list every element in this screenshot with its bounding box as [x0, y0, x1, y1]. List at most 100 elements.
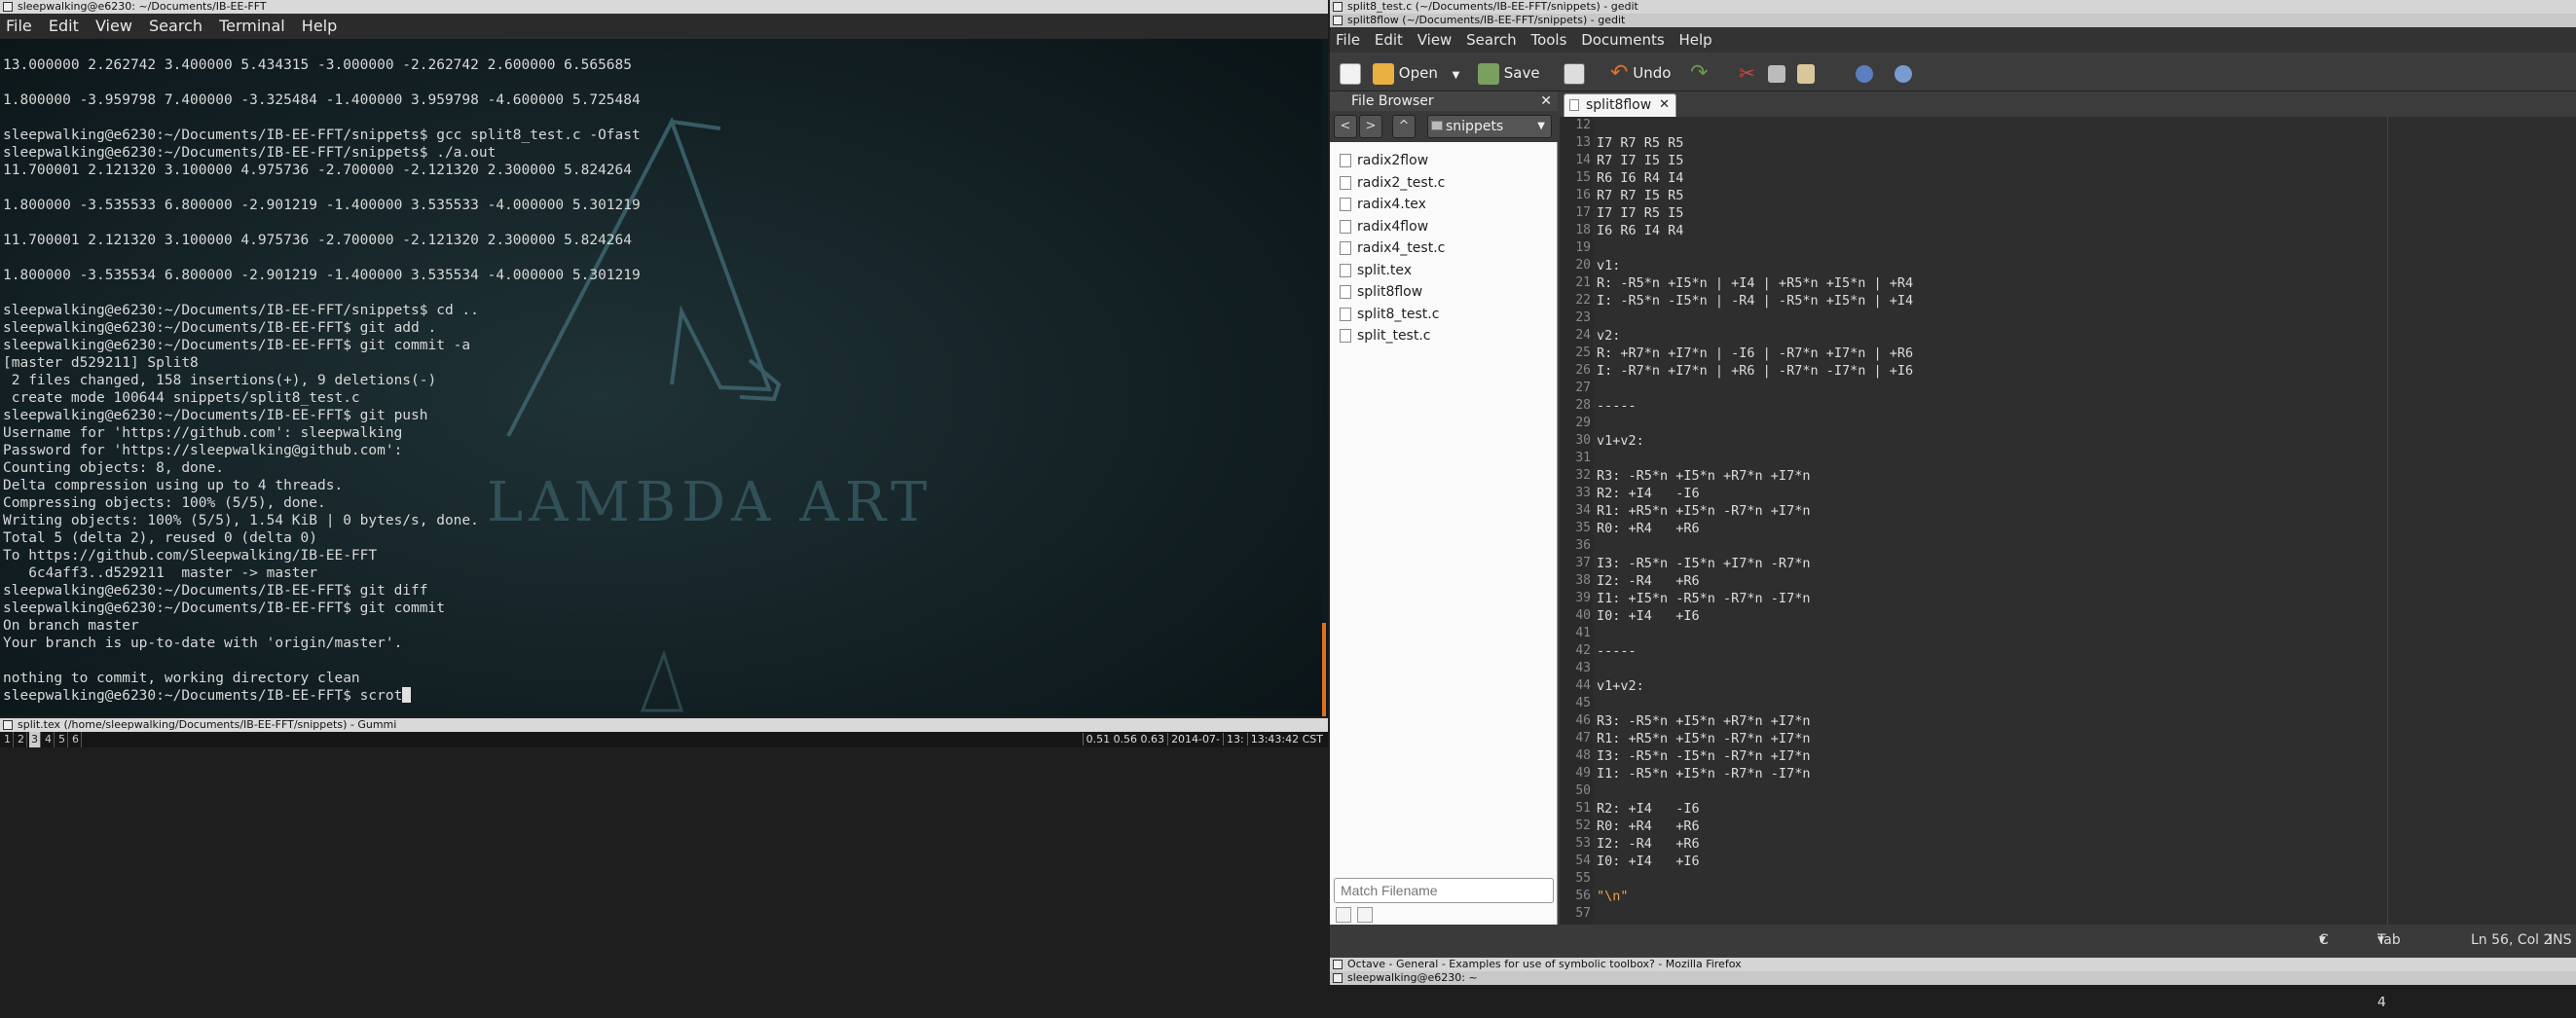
tag-6[interactable]: 6 — [70, 732, 82, 747]
tag-5[interactable]: 5 — [56, 732, 68, 747]
file-item[interactable]: split_test.c — [1330, 325, 1558, 347]
file-item[interactable]: radix2_test.c — [1330, 172, 1558, 195]
shell-title-bar[interactable]: sleepwalking@e6230: ~ — [1330, 971, 2576, 985]
replace-icon — [1895, 64, 1912, 83]
file-item[interactable]: split8_test.c — [1330, 304, 1558, 326]
window-checkbox-icon[interactable] — [1333, 16, 1343, 25]
terminal-prompt-line[interactable]: sleepwalking@e6230:~/Documents/IB-EE-FFT… — [3, 687, 1322, 705]
tag-1[interactable]: 1 — [2, 732, 14, 747]
terminal-line: sleepwalking@e6230:~/Documents/IB-EE-FFT… — [3, 127, 641, 143]
code-line: I7 I7 R5 I5 — [1597, 205, 1684, 221]
file-item[interactable]: radix4flow — [1330, 216, 1558, 238]
terminal-line: 11.700001 2.121320 3.100000 4.975736 -2.… — [3, 233, 633, 248]
file-item[interactable]: split.tex — [1330, 260, 1558, 282]
menu-edit[interactable]: Edit — [49, 17, 79, 35]
paste-button[interactable] — [1797, 60, 1815, 86]
new-folder-icon[interactable] — [1357, 907, 1373, 923]
menu-tools[interactable]: Tools — [1530, 31, 1566, 49]
find-button[interactable] — [1856, 60, 1873, 86]
save-button[interactable]: Save — [1478, 60, 1540, 86]
menu-help[interactable]: Help — [302, 17, 337, 35]
close-tab-icon[interactable]: ✕ — [1659, 94, 1670, 116]
back-button[interactable]: < — [1334, 115, 1357, 138]
menu-file[interactable]: File — [6, 17, 32, 35]
tag-3[interactable]: 3 — [29, 732, 41, 747]
file-browser-header: File Browser ✕ — [1330, 91, 1558, 111]
right-margin-line — [2387, 117, 2388, 925]
redo-button[interactable]: ↷ — [1690, 60, 1708, 86]
code-line: I: -R5*n -I5*n | -R4 | -R5*n +I5*n | +I4 — [1597, 293, 1914, 309]
gedit-window[interactable]: split8_test.c (~/Documents/IB-EE-FFT/sni… — [1330, 0, 2576, 1010]
tag-4[interactable]: 4 — [43, 732, 55, 747]
code-line: I3: -R5*n -I5*n +I7*n -R7*n — [1597, 556, 1811, 571]
tab-split8flow[interactable]: split8flow ✕ — [1564, 93, 1676, 117]
file-item[interactable]: radix4_test.c — [1330, 237, 1558, 260]
line-number: 15 — [1575, 170, 1591, 185]
code-line: v1: — [1597, 258, 1621, 273]
terminal-line: To https://github.com/Sleepwalking/IB-EE… — [3, 548, 378, 564]
code-line: R: +R7*n +I7*n | -I6 | -R7*n +I7*n | +R6 — [1597, 345, 1914, 361]
menu-search[interactable]: Search — [149, 17, 202, 35]
cut-button[interactable]: ✂ — [1739, 60, 1755, 86]
up-button[interactable]: ^ — [1392, 115, 1416, 138]
window-checkbox-icon[interactable] — [3, 720, 13, 730]
forward-button[interactable]: > — [1359, 115, 1382, 138]
line-number: 47 — [1575, 731, 1591, 745]
gummi-title-bar[interactable]: split.tex (/home/sleepwalking/Documents/… — [0, 718, 1328, 732]
terminal-title-bar[interactable]: sleepwalking@e6230: ~/Documents/IB-EE-FF… — [0, 0, 1328, 14]
terminal-output[interactable]: 13.000000 2.262742 3.400000 5.434315 -3.… — [3, 56, 1322, 709]
file-item[interactable]: radix2flow — [1330, 150, 1558, 172]
terminal-window[interactable]: LAMBDA ART sleepwalking@e6230: ~/Documen… — [0, 0, 1328, 716]
tag-2[interactable]: 2 — [16, 732, 27, 747]
terminal-scrollbar[interactable] — [1322, 39, 1328, 716]
date: 2014-07- — [1167, 733, 1223, 745]
match-filename-input[interactable] — [1334, 878, 1554, 903]
location-label: snippets — [1446, 119, 1504, 134]
menu-view[interactable]: View — [95, 17, 132, 35]
close-icon[interactable]: ✕ — [1540, 91, 1552, 111]
menu-terminal[interactable]: Terminal — [219, 17, 285, 35]
file-item[interactable]: radix4.tex — [1330, 194, 1558, 216]
line-number: 39 — [1575, 591, 1591, 605]
new-button[interactable] — [1340, 60, 1361, 86]
line-number: 45 — [1575, 696, 1591, 710]
line-number: 42 — [1575, 643, 1591, 658]
menu-view[interactable]: View — [1417, 31, 1453, 49]
terminal-line: 1.800000 -3.535534 6.800000 -2.901219 -1… — [3, 268, 641, 283]
window-checkbox-icon[interactable] — [3, 2, 13, 12]
line-number: 53 — [1575, 836, 1591, 851]
file-item[interactable]: split8flow — [1330, 281, 1558, 304]
line-number: 38 — [1575, 573, 1591, 588]
scrollbar-thumb[interactable] — [1322, 623, 1326, 716]
code-editor[interactable]: I7 R7 R5 R5 R7 I7 I5 I5 R6 I6 R4 I4 R7 R7 I… — [1593, 117, 2576, 925]
menu-file[interactable]: File — [1336, 31, 1360, 49]
undo-button[interactable]: ↶ Undo — [1610, 60, 1671, 86]
window-checkbox-icon[interactable] — [1333, 973, 1343, 983]
window-checkbox-icon[interactable] — [1333, 960, 1343, 969]
line-number: 56 — [1575, 889, 1591, 903]
new-file-icon[interactable] — [1336, 907, 1351, 923]
open-button[interactable]: Open ▼ — [1373, 60, 1459, 86]
firefox-title-bar[interactable]: Octave - General - Examples for use of s… — [1330, 958, 2576, 971]
document-tabs: split8flow ✕ — [1560, 91, 2576, 117]
menu-edit[interactable]: Edit — [1375, 31, 1403, 49]
line-number: 33 — [1575, 486, 1591, 500]
stacked-title-split8-test[interactable]: split8_test.c (~/Documents/IB-EE-FFT/sni… — [1330, 0, 2576, 14]
print-button[interactable] — [1564, 60, 1585, 86]
terminal-line: 1.800000 -3.959798 7.400000 -3.325484 -1… — [3, 92, 641, 108]
menu-search[interactable]: Search — [1466, 31, 1517, 49]
replace-button[interactable] — [1895, 60, 1912, 86]
load-average: 0.51 0.56 0.63 — [1082, 733, 1168, 745]
line-number: 20 — [1575, 258, 1591, 273]
line-number: 25 — [1575, 345, 1591, 360]
gedit-title-bar[interactable]: split8flow (~/Documents/IB-EE-FFT/snippe… — [1330, 14, 2576, 27]
window-checkbox-icon[interactable] — [1333, 2, 1343, 12]
location-dropdown[interactable]: snippets ▼ — [1427, 115, 1552, 138]
menu-documents[interactable]: Documents — [1581, 31, 1665, 49]
copy-button[interactable] — [1768, 60, 1785, 86]
menu-help[interactable]: Help — [1679, 31, 1712, 49]
chevron-down-icon[interactable]: ▼ — [1453, 70, 1460, 81]
